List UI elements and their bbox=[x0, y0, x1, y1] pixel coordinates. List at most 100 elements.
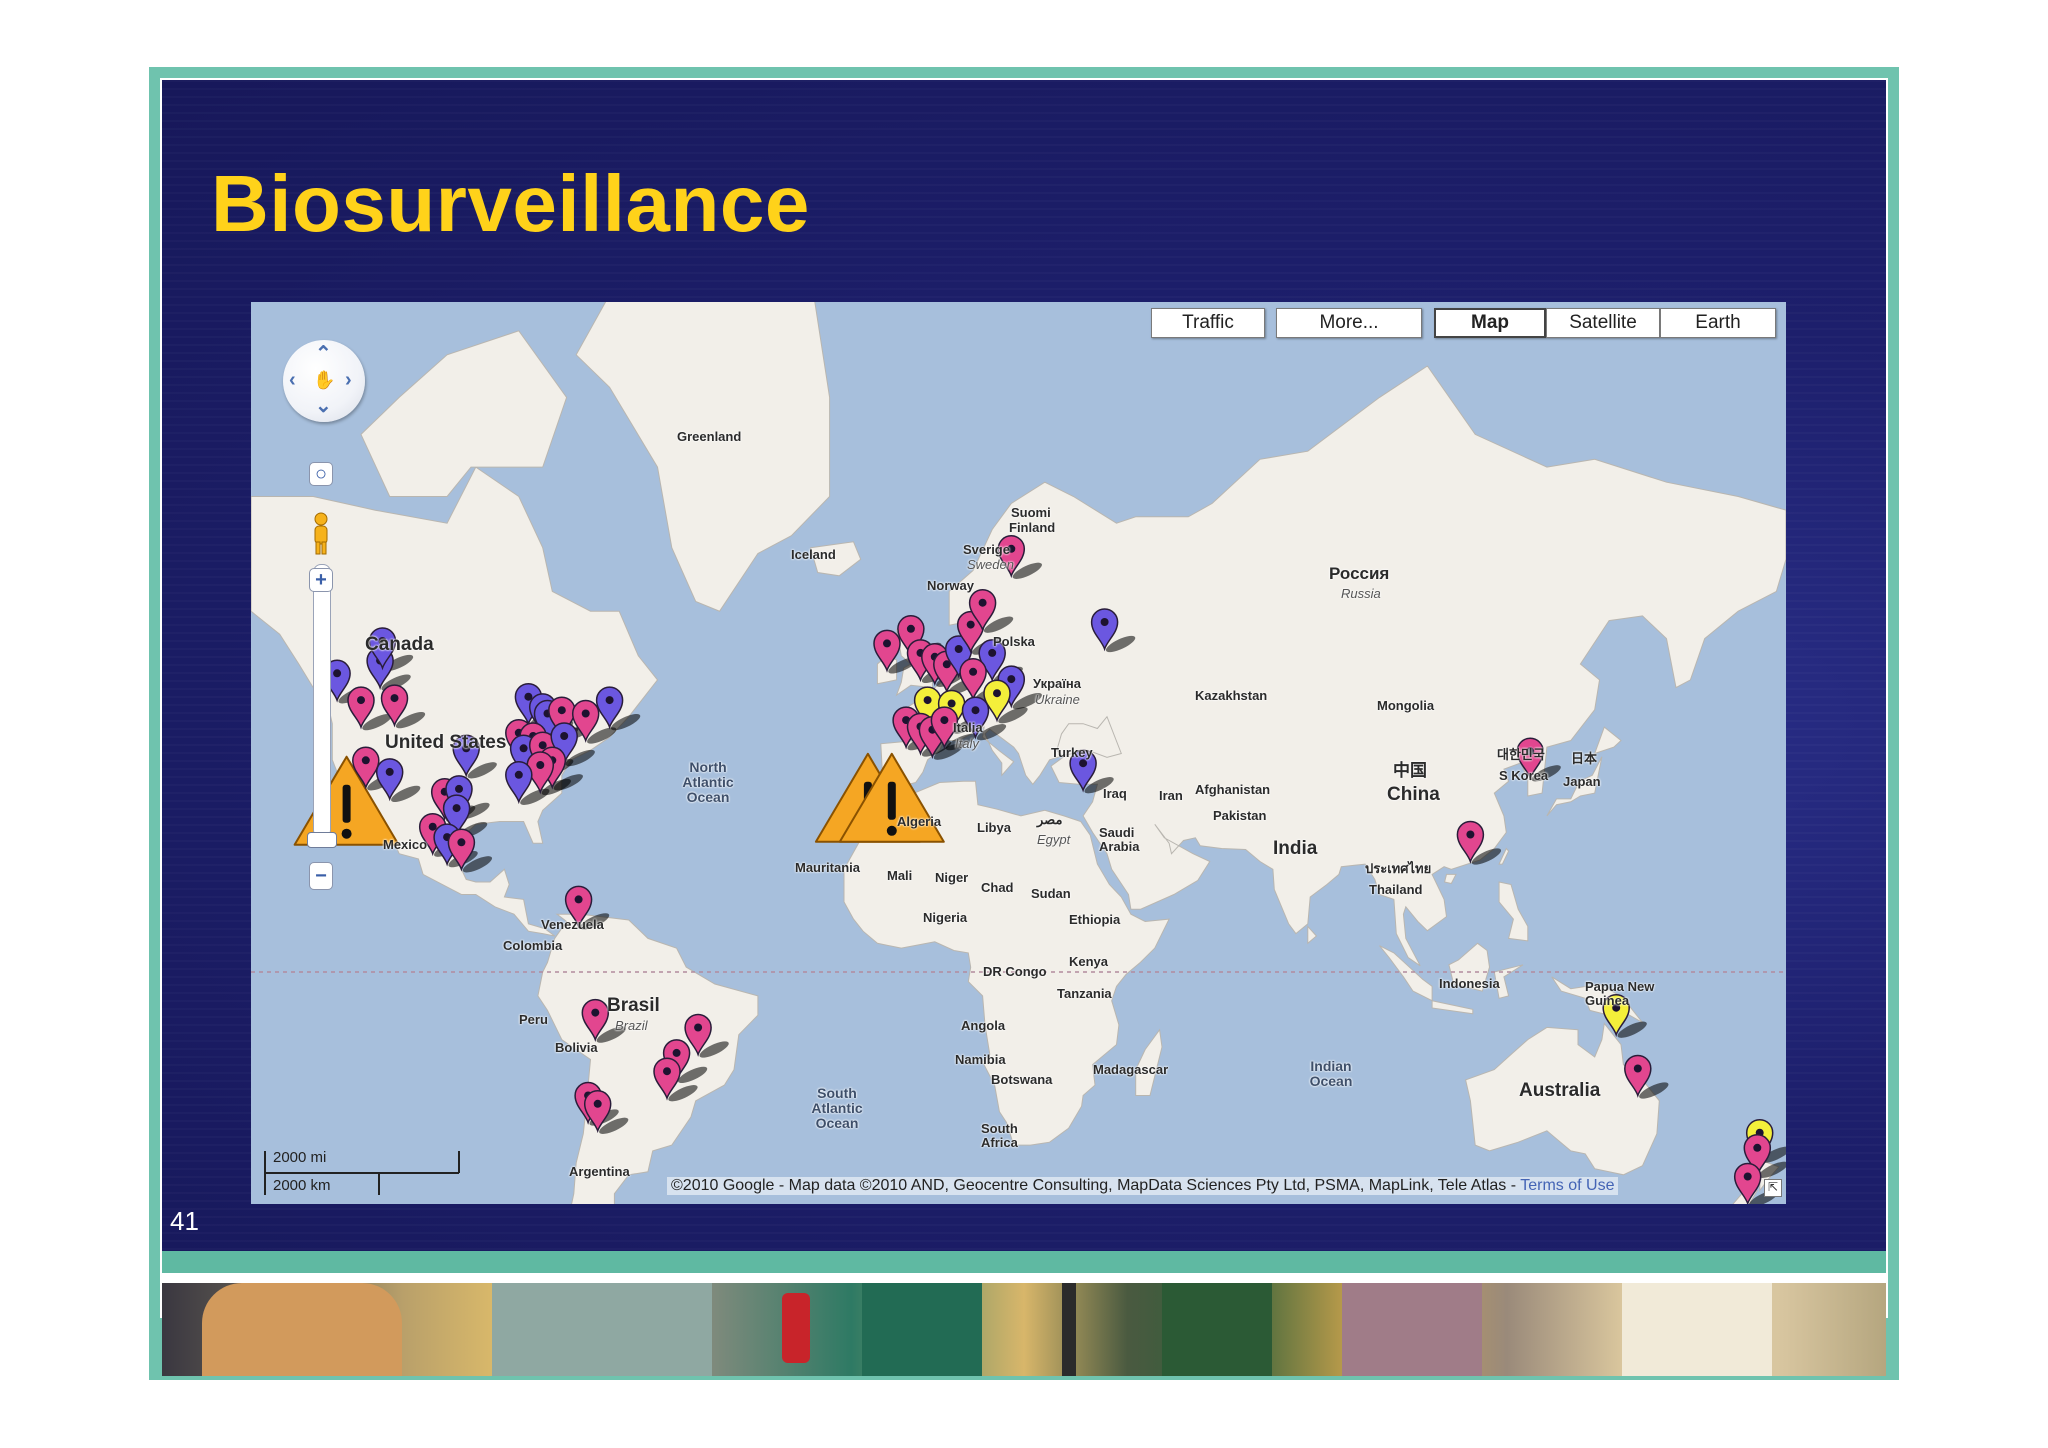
label-bolivia: Bolivia bbox=[555, 1040, 598, 1055]
label-namibia: Namibia bbox=[955, 1052, 1006, 1067]
label-suomi: Suomi bbox=[1011, 505, 1051, 520]
label-iceland: Iceland bbox=[791, 547, 836, 562]
scale-imperial: 2000 mi bbox=[273, 1149, 327, 1166]
label-russia: Russia bbox=[1341, 586, 1381, 601]
label-iraq: Iraq bbox=[1103, 786, 1127, 801]
label-united-states: United States bbox=[385, 732, 507, 753]
label-colombia: Colombia bbox=[503, 938, 563, 953]
pan-right-icon[interactable]: › bbox=[345, 370, 352, 390]
slide-number: 41 bbox=[170, 1206, 199, 1236]
label-mali: Mali bbox=[887, 868, 913, 883]
photo-segment bbox=[492, 1283, 712, 1376]
label-sverige: Sverige bbox=[963, 542, 1010, 557]
label-mongolia: Mongolia bbox=[1377, 698, 1435, 713]
label-venezuela: Venezuela bbox=[541, 917, 604, 932]
map-view[interactable]: Traffic More... Map Satellite Earth ⌃ ‹ … bbox=[251, 302, 1786, 1204]
label-polska: Polska bbox=[993, 634, 1035, 649]
zoom-reset-icon[interactable]: ○ bbox=[309, 462, 333, 486]
slide-footer-band bbox=[162, 1251, 1886, 1273]
label-mexico: Mexico bbox=[383, 837, 428, 852]
label-peru: Peru bbox=[519, 1012, 548, 1027]
label-afghanistan: Afghanistan bbox=[1195, 782, 1271, 797]
label-china-native: 中国 bbox=[1393, 761, 1427, 780]
pan-left-icon[interactable]: ‹ bbox=[289, 370, 296, 390]
label-north-atlantic-ocean: North Atlantic Ocean bbox=[682, 759, 734, 805]
label-s-korea: S Korea bbox=[1499, 768, 1549, 783]
label-south-atlantic-ocean: South Atlantic Ocean bbox=[811, 1085, 863, 1131]
terms-of-use-link[interactable]: Terms of Use bbox=[1520, 1177, 1614, 1194]
label-indian-ocean: Indian Ocean bbox=[1309, 1058, 1353, 1089]
label-madagascar: Madagascar bbox=[1093, 1062, 1169, 1077]
pan-hand-icon[interactable]: ✋ bbox=[313, 370, 335, 390]
label-pakistan: Pakistan bbox=[1213, 808, 1267, 823]
attribution-text: ©2010 Google - Map data ©2010 AND, Geoce… bbox=[671, 1177, 1521, 1194]
pan-up-icon[interactable]: ⌃ bbox=[315, 344, 332, 364]
photo-segment bbox=[782, 1293, 810, 1363]
label-norway: Norway bbox=[927, 578, 974, 593]
label-china: China bbox=[1387, 784, 1440, 805]
label-ethiopia: Ethiopia bbox=[1069, 912, 1121, 927]
overview-map-toggle-icon[interactable]: ⇱ bbox=[1764, 1179, 1782, 1197]
label-brazil: Brazil bbox=[615, 1018, 648, 1033]
zoom-in-icon[interactable]: + bbox=[309, 568, 333, 592]
pan-control[interactable]: ⌃ ‹ ✋ › ⌄ bbox=[283, 340, 365, 422]
satellite-type-button[interactable]: Satellite bbox=[1546, 308, 1660, 338]
label-saudi-arabia: Saudi Arabia bbox=[1099, 825, 1140, 854]
label-sweden: Sweden bbox=[967, 557, 1014, 572]
label-rossiya: Россия bbox=[1329, 564, 1390, 583]
slide-footer-divider bbox=[162, 1273, 1886, 1283]
label-egypt-native: مصر bbox=[1037, 812, 1063, 827]
label-argentina: Argentina bbox=[569, 1164, 630, 1179]
label-chad: Chad bbox=[981, 880, 1014, 895]
label-thailand-native: ประเทศไทย bbox=[1365, 861, 1432, 876]
photo-segment bbox=[1162, 1283, 1272, 1376]
photo-segment bbox=[1342, 1283, 1482, 1376]
label-ukraine: Ukraine bbox=[1035, 692, 1080, 707]
footer-photo-strip bbox=[162, 1283, 1886, 1376]
label-papua-new-guinea: Papua New Guinea bbox=[1585, 979, 1655, 1008]
label-korea-native: 대한민국 bbox=[1497, 747, 1545, 762]
label-botswana: Botswana bbox=[991, 1072, 1053, 1087]
photo-segment bbox=[202, 1283, 402, 1376]
label-kenya: Kenya bbox=[1069, 954, 1109, 969]
label-nigeria: Nigeria bbox=[923, 910, 968, 925]
label-thailand: Thailand bbox=[1369, 882, 1423, 897]
label-niger: Niger bbox=[935, 870, 969, 885]
label-indonesia: Indonesia bbox=[1439, 976, 1500, 991]
map-attribution: ©2010 Google - Map data ©2010 AND, Geoce… bbox=[667, 1177, 1619, 1195]
earth-type-button[interactable]: Earth bbox=[1660, 308, 1776, 338]
label-australia: Australia bbox=[1519, 1080, 1601, 1101]
map-type-button[interactable]: Map bbox=[1434, 308, 1546, 338]
label-angola: Angola bbox=[961, 1018, 1006, 1033]
street-view-pegman-icon[interactable] bbox=[311, 512, 331, 556]
label-mauritania: Mauritania bbox=[795, 860, 861, 875]
label-india: India bbox=[1273, 838, 1318, 859]
label-finland: Finland bbox=[1009, 520, 1056, 535]
label-egypt: Egypt bbox=[1037, 832, 1071, 847]
label-brasil: Brasil bbox=[607, 995, 660, 1016]
label-algeria: Algeria bbox=[897, 814, 942, 829]
label-italia: Italia bbox=[953, 720, 983, 735]
label-greenland: Greenland bbox=[677, 429, 742, 444]
label-iran: Iran bbox=[1159, 788, 1183, 803]
label-south-africa: South Africa bbox=[981, 1121, 1018, 1150]
photo-segment bbox=[1622, 1283, 1772, 1376]
label-tanzania: Tanzania bbox=[1057, 986, 1112, 1001]
scale-metric: 2000 km bbox=[273, 1177, 331, 1194]
more-button[interactable]: More... bbox=[1276, 308, 1422, 338]
label-japan: Japan bbox=[1563, 774, 1601, 789]
label-dr-congo: DR Congo bbox=[983, 964, 1047, 979]
zoom-out-icon[interactable]: − bbox=[309, 862, 333, 890]
label-italy: Italy bbox=[955, 736, 979, 751]
photo-segment bbox=[1062, 1283, 1076, 1376]
pan-down-icon[interactable]: ⌄ bbox=[315, 396, 332, 416]
label-japan-native: 日本 bbox=[1571, 751, 1598, 766]
label-ukraina: Україна bbox=[1033, 676, 1082, 691]
zoom-slider[interactable] bbox=[313, 564, 331, 838]
traffic-button[interactable]: Traffic bbox=[1151, 308, 1265, 338]
label-turkey: Turkey bbox=[1051, 745, 1093, 760]
label-canada: Canada bbox=[365, 634, 434, 655]
label-kazakhstan: Kazakhstan bbox=[1195, 688, 1268, 703]
photo-segment bbox=[862, 1283, 982, 1376]
zoom-slider-handle[interactable] bbox=[307, 832, 337, 848]
